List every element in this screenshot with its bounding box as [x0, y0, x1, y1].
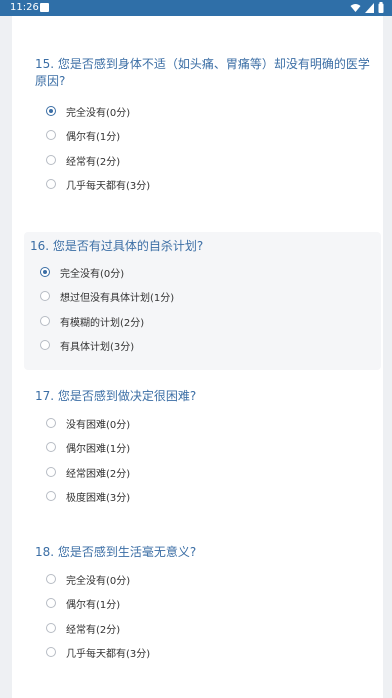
option-label: 有模糊的计划(2分): [60, 317, 145, 329]
option-q17-1[interactable]: 偶尔困难(1分): [46, 436, 130, 458]
option-q16-0[interactable]: 完全没有(0分): [40, 261, 124, 283]
option-q15-1[interactable]: 偶尔有(1分): [46, 124, 120, 146]
option-label: 经常有(2分): [66, 624, 121, 636]
option-label: 经常困难(2分): [66, 468, 131, 480]
option-label: 偶尔有(1分): [66, 131, 121, 143]
option-q18-2[interactable]: 经常有(2分): [46, 617, 120, 639]
radio-icon[interactable]: [46, 467, 56, 477]
radio-icon[interactable]: [46, 491, 56, 501]
radio-icon[interactable]: [46, 623, 56, 633]
radio-icon[interactable]: [46, 130, 56, 140]
radio-icon[interactable]: [46, 155, 56, 165]
radio-icon[interactable]: [40, 316, 50, 326]
notification-icon: [40, 3, 49, 12]
option-q15-3[interactable]: 几乎每天都有(3分): [46, 173, 150, 195]
wifi-icon: [350, 3, 361, 12]
option-q15-2[interactable]: 经常有(2分): [46, 149, 120, 171]
option-q16-2[interactable]: 有模糊的计划(2分): [40, 310, 144, 332]
option-q15-0[interactable]: 完全没有(0分): [46, 100, 130, 122]
radio-icon[interactable]: [40, 291, 50, 301]
option-label: 完全没有(0分): [60, 268, 125, 280]
option-q17-0[interactable]: 没有困难(0分): [46, 412, 130, 434]
radio-icon[interactable]: [46, 598, 56, 608]
signal-icon: [365, 2, 374, 13]
option-q18-0[interactable]: 完全没有(0分): [46, 568, 130, 590]
status-icons: [350, 2, 384, 13]
radio-icon[interactable]: [46, 442, 56, 452]
option-label: 几乎每天都有(3分): [66, 180, 151, 192]
option-q18-1[interactable]: 偶尔有(1分): [46, 592, 120, 614]
question-title: 17. 您是否感到做决定很困难?: [35, 389, 197, 403]
question-18: 18. 您是否感到生活毫无意义? 完全没有(0分) 偶尔有(1分) 经常有(2分…: [24, 542, 381, 692]
option-label: 偶尔有(1分): [66, 599, 121, 611]
option-label: 完全没有(0分): [66, 107, 131, 119]
question-title: 18. 您是否感到生活毫无意义?: [35, 545, 197, 559]
option-q17-2[interactable]: 经常困难(2分): [46, 461, 130, 483]
option-label: 经常有(2分): [66, 156, 121, 168]
radio-icon[interactable]: [46, 179, 56, 189]
radio-icon[interactable]: [46, 574, 56, 584]
option-label: 没有困难(0分): [66, 419, 131, 431]
battery-icon: [378, 2, 384, 13]
radio-icon[interactable]: [46, 418, 56, 428]
option-label: 偶尔困难(1分): [66, 443, 131, 455]
question-title: 16. 您是否有过具体的自杀计划?: [30, 239, 204, 253]
option-label: 完全没有(0分): [66, 575, 131, 587]
option-q17-3[interactable]: 极度困难(3分): [46, 485, 130, 507]
status-time: 11:26: [10, 2, 39, 13]
radio-icon[interactable]: [46, 647, 56, 657]
radio-icon[interactable]: [40, 340, 50, 350]
question-15: 15. 您是否感到身体不适（如头痛、胃痛等）却没有明确的医学原因? 完全没有(0…: [24, 50, 381, 200]
radio-icon[interactable]: [46, 106, 56, 116]
option-label: 想过但没有具体计划(1分): [60, 292, 175, 304]
questionnaire-card: 15. 您是否感到身体不适（如头痛、胃痛等）却没有明确的医学原因? 完全没有(0…: [12, 16, 383, 698]
option-label: 有具体计划(3分): [60, 341, 135, 353]
question-title: 15. 您是否感到身体不适（如头痛、胃痛等）却没有明确的医学原因?: [35, 57, 370, 88]
radio-icon[interactable]: [40, 267, 50, 277]
question-16: 16. 您是否有过具体的自杀计划? 完全没有(0分) 想过但没有具体计划(1分)…: [24, 232, 381, 370]
status-bar: 11:26: [0, 0, 392, 16]
option-q16-1[interactable]: 想过但没有具体计划(1分): [40, 285, 174, 307]
option-q18-3[interactable]: 几乎每天都有(3分): [46, 641, 150, 663]
question-17: 17. 您是否感到做决定很困难? 没有困难(0分) 偶尔困难(1分) 经常困难(…: [24, 386, 381, 526]
option-label: 几乎每天都有(3分): [66, 648, 151, 660]
option-q16-3[interactable]: 有具体计划(3分): [40, 334, 134, 356]
option-label: 极度困难(3分): [66, 492, 131, 504]
